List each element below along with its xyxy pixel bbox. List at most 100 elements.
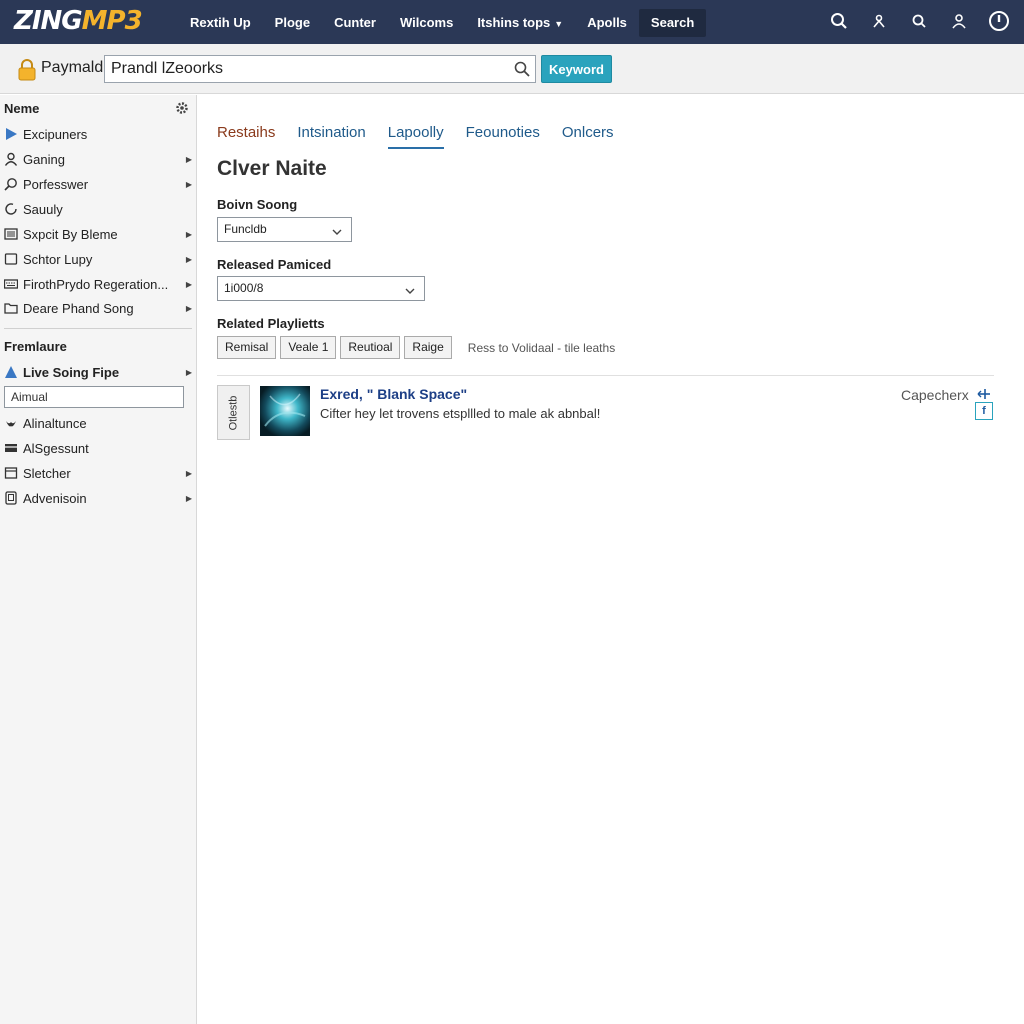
sidebar-item-sauuly[interactable]: Sauuly [0,197,196,221]
power-icon[interactable] [988,10,1010,32]
result-row[interactable]: Otlestb Exred, " Blank Space" Cifter hey… [217,385,994,441]
play-triangle-icon [3,126,19,142]
field-label-released: Released Pamiced [217,257,332,272]
tablet-icon [3,490,19,506]
field-label-playlists: Related Playlietts [217,316,325,331]
tab-restaihs[interactable]: Restaihs [217,124,275,149]
chevron-down-icon [404,282,416,294]
square-icon [3,251,19,267]
chips-note: Ress to Volidaal - tile leaths [467,340,616,355]
chevron-right-icon: ▶ [185,468,193,478]
sidebar-item-label: Live Soing Fipe [23,364,120,380]
bird-icon [3,415,19,431]
keyword-button[interactable]: Keyword [541,55,612,83]
top-icons [828,10,1010,32]
chevron-right-icon: ▶ [185,254,193,264]
divider [217,375,994,376]
chevron-right-icon: ▶ [185,367,193,377]
search-icon [3,176,19,192]
sidebar-field[interactable]: Aimual [4,386,184,408]
chevron-right-icon: ▶ [185,303,193,313]
search-icon[interactable] [513,60,531,78]
sidebar-item-label: Alinaltunce [23,415,87,431]
sidebar-item-porfesswer[interactable]: Porfesswer ▶ [0,172,196,196]
nav-item-apolls[interactable]: Apolls [575,9,639,37]
sidebar-heading-name: Neme [4,101,40,116]
sidebar-item-sletcher[interactable]: Sletcher ▶ [0,461,196,485]
magnifier-icon[interactable] [908,10,930,32]
payment-label: Paymald [41,59,104,76]
sidebar-item-label: Excipuners [23,126,88,142]
sidebar-item-label: Sauuly [23,201,63,217]
sidebar-item-deare-phand-song[interactable]: Deare Phand Song ▶ [0,296,196,320]
sidebar-item-label: AlSgessunt [23,440,89,456]
sidebar-item-label: Porfesswer [23,176,89,192]
sidebar-item-advenisoin[interactable]: Advenisoin ▶ [0,486,196,510]
chevron-down-icon [331,223,343,235]
chip-reutioal[interactable]: Reutioal [340,336,401,359]
chip-remisal[interactable]: Remisal [217,336,277,359]
nav-item-cunter[interactable]: Cunter [322,9,388,37]
select-boivn-soong[interactable]: Funcldb [217,217,352,242]
page-title: Clver Naite [217,157,327,180]
keyboard-icon [3,276,19,292]
add-icon[interactable] [976,387,992,401]
sidebar-item-label: Sxpcit By Bleme [23,226,118,242]
sidebar-item-sxpcit-by-bleme[interactable]: Sxpcit By Bleme ▶ [0,222,196,246]
nav-item-ploge[interactable]: Ploge [263,9,322,37]
tab-feounoties[interactable]: Feounoties [466,124,540,149]
chip-veale[interactable]: Veale 1 [280,336,337,359]
profile-icon[interactable] [948,10,970,32]
user-icon[interactable] [868,10,890,32]
sidebar-item-label: Advenisoin [23,490,87,506]
tab-intsination[interactable]: Intsination [297,124,365,149]
sidebar-item-label: FirothPrydo Regeration... [23,276,169,292]
sidebar-item-ganing[interactable]: Ganing ▶ [0,147,196,171]
sidebar-item-alinaltunce[interactable]: Alinaltunce [0,411,196,435]
sidebar: Neme Excipuners Ganing ▶ Porfesswer ▶ Sauu… [0,95,197,1024]
result-right-label: Capecherx [901,387,969,403]
chevron-right-icon: ▶ [185,229,193,239]
nav-item-label: Itshins tops [477,15,551,30]
tab-lapoolly[interactable]: Lapoolly [387,124,444,149]
triangle-icon [3,364,19,380]
nav-item-rextih-up[interactable]: Rextih Up [178,9,263,37]
chevron-right-icon: ▶ [185,493,193,503]
gear-icon[interactable] [175,101,189,115]
user-icon [3,151,19,167]
sidebar-item-excipuners[interactable]: Excipuners [0,122,196,146]
chip-raige[interactable]: Raige [404,336,452,359]
nav-item-dropdown[interactable]: Itshins tops ▼ [465,9,575,37]
result-title[interactable]: Exred, " Blank Space" [320,386,467,402]
sidebar-item-label: Schtor Lupy [23,251,93,267]
lock-icon [18,59,36,81]
search-icon[interactable] [828,10,850,32]
main-tabs: Restaihs Intsination Lapoolly Feounoties… [217,124,614,149]
playlist-chips: Remisal Veale 1 Reutioal Raige Ress to V… [217,336,615,359]
album-thumbnail[interactable] [260,386,310,436]
refresh-icon [3,201,19,217]
sidebar-item-alsgessunt[interactable]: AlSgessunt [0,436,196,460]
app-logo[interactable]: ZINGMP3 [14,6,143,36]
top-bar: ZINGMP3 Rextih Up Ploge Cunter Wilcoms I… [0,0,1024,44]
sidebar-item-label: Deare Phand Song [23,300,134,316]
nav-item-wilcoms[interactable]: Wilcoms [388,9,465,37]
list-icon [3,226,19,242]
result-description: Cifter hey let trovens etspllled to male… [320,406,601,421]
result-badge: Otlestb [217,385,250,440]
window-icon [3,465,19,481]
caret-down-icon: ▼ [554,19,564,29]
sidebar-item-firothprydo[interactable]: FirothPrydo Regeration... ▶ [0,272,196,296]
folder-icon [3,300,19,316]
sidebar-item-schtor-lupy[interactable]: Schtor Lupy ▶ [0,247,196,271]
sidebar-item-label: Ganing [23,151,65,167]
tab-onlcers[interactable]: Onlcers [562,124,614,149]
sidebar-item-live-soing-fipe[interactable]: Live Soing Fipe ▶ [0,360,196,384]
search-input[interactable] [104,55,536,83]
nav-item-search[interactable]: Search [638,9,707,37]
select-released[interactable]: 1i000/8 [217,276,425,301]
select-value: Funcldb [224,222,267,236]
field-label-boivn-soong: Boivn Soong [217,197,298,212]
facebook-icon[interactable]: f [975,402,993,420]
main-nav: Rextih Up Ploge Cunter Wilcoms Itshins t… [178,9,707,37]
